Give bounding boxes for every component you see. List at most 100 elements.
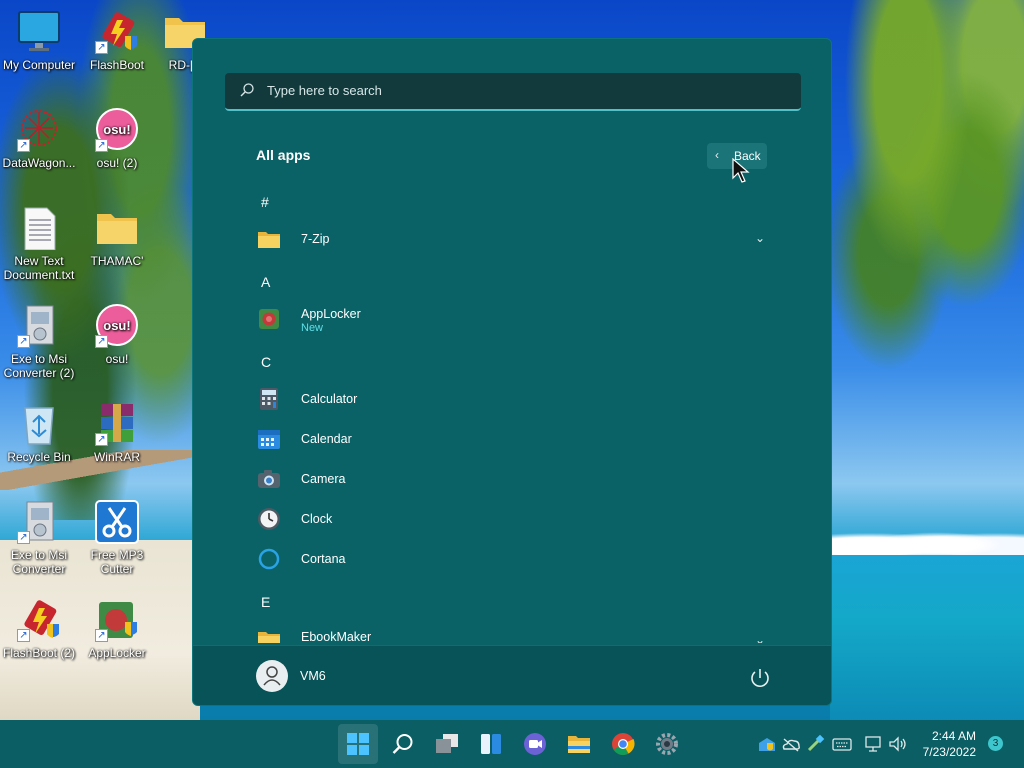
app-item-clock[interactable]: Clock xyxy=(249,501,777,537)
flashboot-icon: ↗ xyxy=(17,598,61,642)
desktop-icon-label: FlashBoot xyxy=(89,58,145,72)
shortcut-arrow-icon: ↗ xyxy=(95,629,108,642)
taskbar-clock[interactable]: 2:44 AM 7/23/2022 xyxy=(912,728,976,760)
applocker-icon xyxy=(259,309,279,329)
all-apps-list[interactable]: # 7-Zip ⌄ A AppLocker New C Calculator C… xyxy=(193,179,831,643)
chrome-icon xyxy=(612,733,635,755)
section-letter-e[interactable]: E xyxy=(261,594,270,610)
folder-icon xyxy=(258,632,280,643)
desktop-icon-label: WinRAR xyxy=(93,450,140,464)
app-name: 7-Zip xyxy=(301,232,330,246)
volume-icon[interactable] xyxy=(888,734,908,754)
desktop-icon-osu-2[interactable]: osu! ↗ osu! (2) xyxy=(77,108,157,170)
datawagon-icon: ↗ xyxy=(17,108,61,152)
desktop-icon-label: DataWagon... xyxy=(2,156,76,170)
new-badge: New xyxy=(301,322,324,334)
camera-icon xyxy=(258,470,280,488)
chrome-button[interactable] xyxy=(603,724,643,764)
flashboot-icon: ↗ xyxy=(95,10,139,54)
desktop-icon-label: New Text Document.txt xyxy=(3,254,75,282)
power-icon[interactable] xyxy=(747,666,773,690)
app-name: AppLocker xyxy=(301,307,361,321)
file-explorer-icon xyxy=(568,736,590,753)
desktop-icon-label: AppLocker xyxy=(88,646,146,660)
cortana-icon xyxy=(258,548,280,570)
app-name: Calendar xyxy=(301,432,352,446)
usb-device-icon[interactable] xyxy=(805,734,825,754)
taskbar: 2:44 AM 7/23/2022 3 xyxy=(0,720,1024,768)
all-apps-title: All apps xyxy=(256,147,311,163)
chevron-down-icon[interactable]: ⌄ xyxy=(755,231,765,245)
desktop-icon-new-text-document[interactable]: New Text Document.txt xyxy=(0,206,79,282)
app-item-calculator[interactable]: Calculator xyxy=(249,381,777,417)
desktop-icon-label: THAMAC' xyxy=(90,254,144,268)
app-item-cortana[interactable]: Cortana xyxy=(249,541,777,577)
chevron-left-icon: ‹ xyxy=(715,148,719,162)
user-name[interactable]: VM6 xyxy=(300,669,326,683)
section-letter-c[interactable]: C xyxy=(261,354,271,370)
app-item-7zip[interactable]: 7-Zip ⌄ xyxy=(249,221,777,257)
widgets-button[interactable] xyxy=(471,724,511,764)
notification-count-badge[interactable]: 3 xyxy=(988,736,1003,751)
clock-date: 7/23/2022 xyxy=(922,745,976,759)
widgets-icon xyxy=(481,734,501,754)
osu-badge-text: osu! xyxy=(103,318,130,333)
shortcut-arrow-icon: ↗ xyxy=(17,335,30,348)
app-item-calendar[interactable]: Calendar xyxy=(249,421,777,457)
installer-icon: ↗ xyxy=(17,304,61,348)
desktop-icon-flashboot[interactable]: ↗ FlashBoot xyxy=(77,10,157,72)
network-icon[interactable] xyxy=(864,734,884,754)
start-button[interactable] xyxy=(338,724,378,764)
app-name: EbookMaker xyxy=(301,630,372,643)
desktop-icon-osu[interactable]: osu! ↗ osu! xyxy=(77,304,157,366)
file-explorer-button[interactable] xyxy=(559,724,599,764)
clock-time: 2:44 AM xyxy=(931,729,976,743)
user-avatar[interactable] xyxy=(256,660,288,692)
desktop-icon-my-computer[interactable]: My Computer xyxy=(0,10,79,72)
desktop-icon-thamac-folder[interactable]: THAMAC' xyxy=(77,206,157,268)
scissors-icon xyxy=(95,500,139,544)
app-item-camera[interactable]: Camera xyxy=(249,461,777,497)
monitor-icon xyxy=(17,10,61,54)
shortcut-arrow-icon: ↗ xyxy=(17,139,30,152)
keyboard-icon[interactable] xyxy=(832,734,852,754)
text-document-icon xyxy=(17,206,61,251)
osu-icon: osu! ↗ xyxy=(95,108,139,152)
installer-icon: ↗ xyxy=(17,500,61,544)
desktop-icon-applocker[interactable]: ↗ AppLocker xyxy=(77,598,157,660)
desktop-icon-recycle-bin[interactable]: Recycle Bin xyxy=(0,402,79,464)
search-box[interactable]: Type here to search xyxy=(225,73,801,111)
chevron-down-icon[interactable]: ⌄ xyxy=(755,633,765,643)
app-name: Cortana xyxy=(301,552,346,566)
section-letter-a[interactable]: A xyxy=(261,274,270,290)
desktop-icon-label: Recycle Bin xyxy=(7,450,71,464)
desktop-icon-datawagon[interactable]: ↗ DataWagon... xyxy=(0,108,79,170)
settings-button[interactable] xyxy=(647,724,687,764)
desktop-icon-flashboot-2[interactable]: ↗ FlashBoot (2) xyxy=(0,598,79,660)
app-item-ebookmaker[interactable]: EbookMaker ⌄ xyxy=(249,621,777,643)
desktop-icon-exe-to-msi[interactable]: ↗ Exe to Msi Converter xyxy=(0,500,79,576)
security-shield-icon[interactable] xyxy=(757,734,777,754)
start-menu-footer: VM6 xyxy=(193,645,831,705)
desktop-icon-free-mp3-cutter[interactable]: Free MP3 Cutter xyxy=(77,500,157,576)
app-item-applocker[interactable]: AppLocker New xyxy=(249,297,777,341)
desktop-icon-exe-to-msi-2[interactable]: ↗ Exe to Msi Converter (2) xyxy=(0,304,79,380)
search-icon xyxy=(240,83,254,97)
desktop-icon-label: Exe to Msi Converter xyxy=(10,548,67,576)
user-icon xyxy=(263,666,281,686)
settings-icon xyxy=(656,733,678,755)
shortcut-arrow-icon: ↗ xyxy=(17,629,30,642)
onedrive-icon[interactable] xyxy=(781,734,801,754)
desktop-icon-winrar[interactable]: ↗ WinRAR xyxy=(77,402,157,464)
teams-chat-icon xyxy=(524,733,546,755)
recycle-bin-icon xyxy=(17,402,61,446)
start-icon xyxy=(347,733,369,755)
shortcut-arrow-icon: ↗ xyxy=(17,531,30,544)
task-view-button[interactable] xyxy=(427,724,467,764)
teams-chat-button[interactable] xyxy=(515,724,555,764)
section-letter-hash[interactable]: # xyxy=(261,194,269,210)
taskbar-search-button[interactable] xyxy=(383,724,423,764)
search-placeholder: Type here to search xyxy=(267,83,382,98)
task-view-icon xyxy=(436,734,458,753)
app-name: Clock xyxy=(301,512,333,526)
